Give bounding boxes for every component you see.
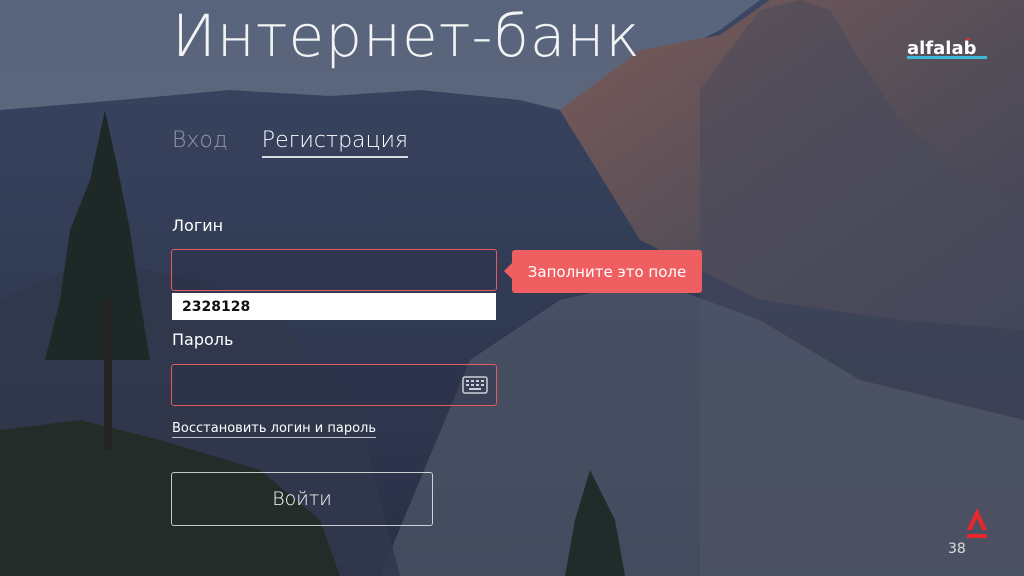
autocomplete-suggestion[interactable]: 2328128 — [172, 293, 496, 320]
page-number: 38 — [948, 541, 966, 557]
alfalab-logo: alfalab — [905, 30, 991, 68]
validation-tooltip: Заполните это поле — [504, 250, 702, 293]
tab-registration[interactable]: Регистрация — [261, 128, 408, 158]
login-field — [171, 249, 497, 291]
login-label: Логин — [172, 216, 224, 235]
keyboard-icon[interactable] — [462, 374, 488, 396]
login-input[interactable] — [172, 250, 496, 290]
restore-credentials-link[interactable]: Восстановить логин и пароль — [172, 421, 377, 438]
auth-tabs: Вход Регистрация — [172, 128, 408, 158]
password-label: Пароль — [172, 330, 234, 349]
alfa-bank-logo — [967, 508, 987, 538]
password-field — [171, 364, 497, 406]
logo-text: alfalab — [907, 38, 977, 59]
login-button[interactable]: Войти — [171, 472, 433, 526]
password-input[interactable] — [172, 365, 496, 405]
tab-login[interactable]: Вход — [172, 128, 228, 158]
page-title: Интернет-банк — [172, 2, 641, 70]
